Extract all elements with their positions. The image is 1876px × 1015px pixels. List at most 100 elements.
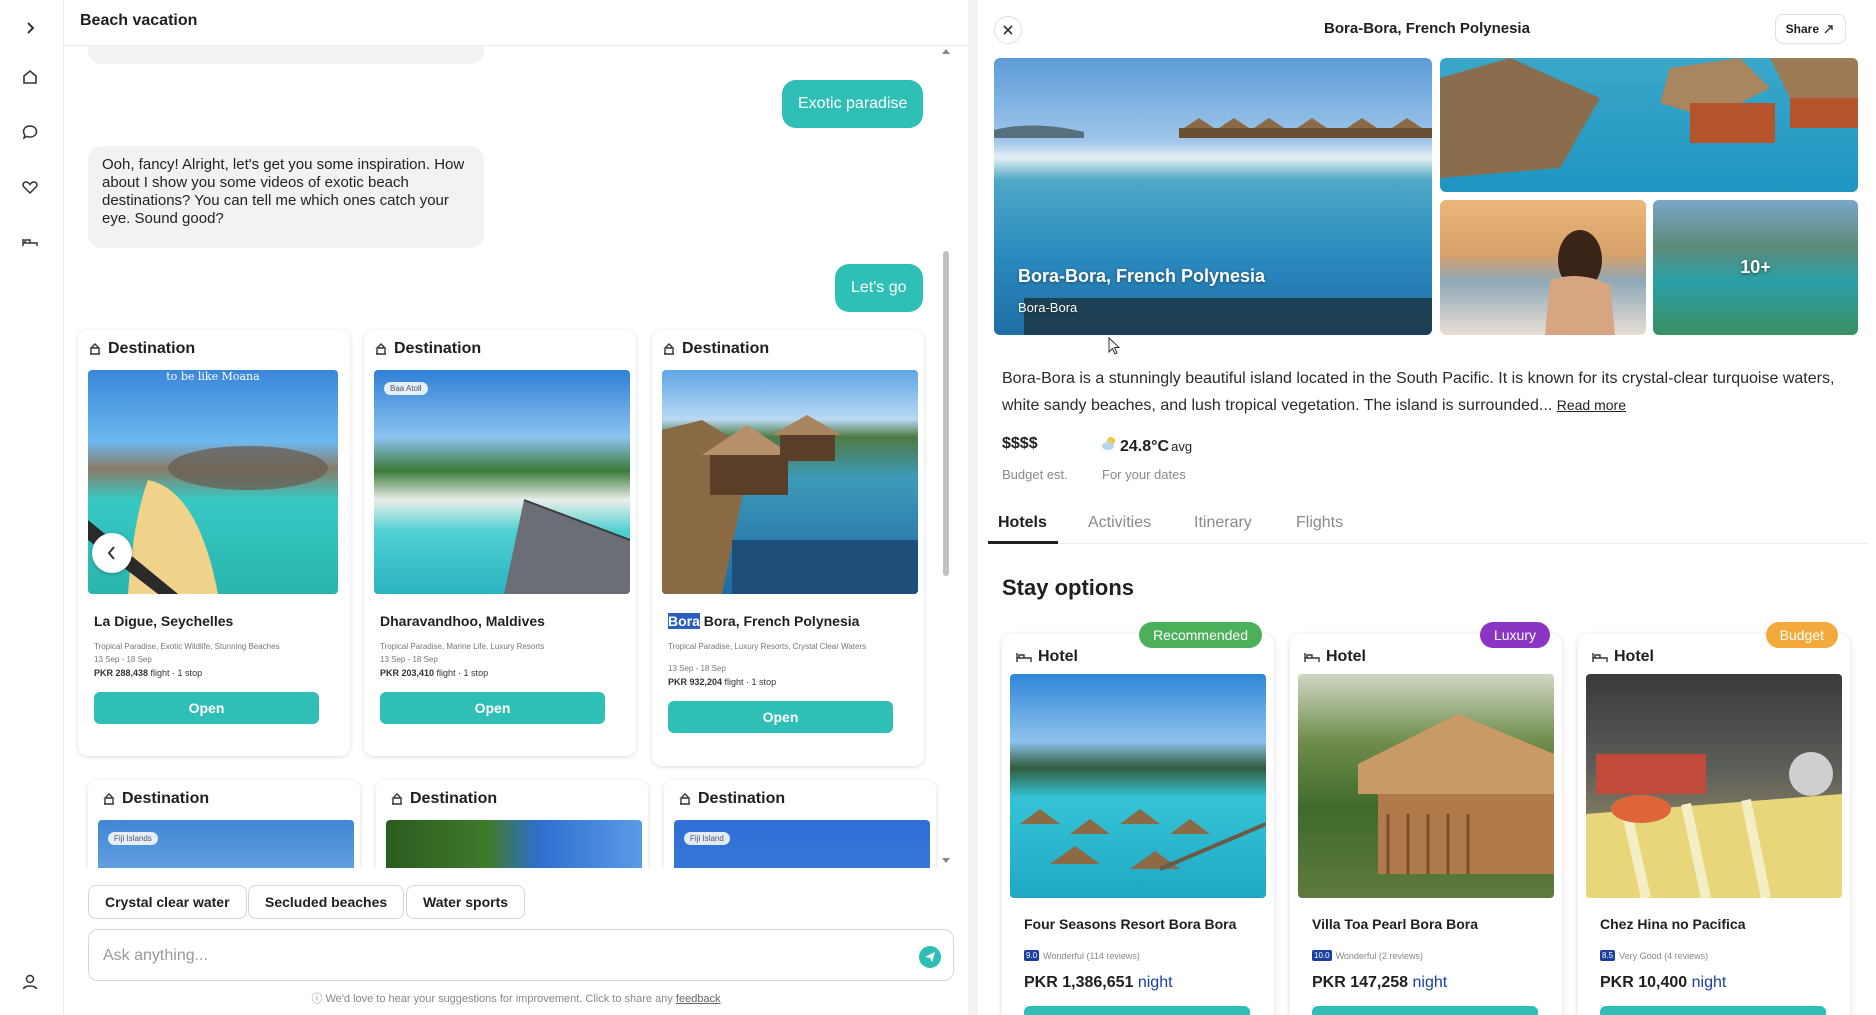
destination-name: La Digue, Seychelles — [94, 613, 234, 629]
destination-tags: Tropical Paradise, Luxury Resorts, Cryst… — [668, 642, 867, 651]
open-button[interactable]: Open — [380, 692, 605, 724]
destination-name: Bora Bora, French Polynesia — [668, 613, 860, 629]
hotel-open-button[interactable] — [1600, 1006, 1826, 1015]
user-icon[interactable] — [18, 970, 42, 994]
hero-title: Bora-Bora, French Polynesia — [1018, 266, 1266, 286]
destination-tags: Tropical Paradise, Exotic Wildlife, Stun… — [94, 642, 280, 651]
destination-card[interactable]: Destination Fiji Island — [664, 780, 936, 868]
chat-scroll-area[interactable]: Exotic paradise Ooh, fancy! Alright, let… — [64, 46, 944, 868]
gallery-photo[interactable] — [1440, 200, 1646, 335]
open-button[interactable]: Open — [94, 692, 319, 724]
ask-input[interactable] — [103, 944, 883, 968]
send-button[interactable] — [919, 946, 941, 968]
chat-scrollbar[interactable] — [940, 46, 952, 866]
destination-card[interactable]: Destination Fiji Island Baa Atoll Dharav… — [364, 330, 636, 756]
feedback-link[interactable]: feedback — [676, 993, 721, 1005]
tab-hotels[interactable]: Hotels — [998, 514, 1047, 532]
destination-image: Fiji Islands — [98, 820, 354, 868]
suggestion-chip[interactable]: Crystal clear water — [88, 885, 247, 919]
card-type-label: Destination — [88, 340, 195, 358]
hotel-rating: 10.0 Wonderful (2 reviews) — [1312, 950, 1423, 961]
destination-price: PKR 932,204 flight · 1 stop — [668, 677, 777, 687]
card-type-text: Destination — [108, 340, 196, 357]
share-button[interactable]: Share — [1774, 14, 1846, 44]
detail-title: Bora-Bora, French Polynesia — [1324, 20, 1530, 37]
card-type-text: Destination — [394, 340, 482, 357]
left-nav-rail — [0, 0, 64, 1015]
bed-icon — [1592, 653, 1608, 662]
carousel-prev-button[interactable] — [92, 533, 132, 573]
hotel-type-label: Hotel — [1016, 648, 1078, 666]
destination-dates: 13 Sep - 18 Sep — [380, 655, 438, 664]
destination-image — [386, 820, 642, 868]
open-button[interactable]: Open — [668, 701, 893, 733]
share-icon — [1824, 25, 1833, 34]
selected-text-highlight: Bora — [668, 613, 700, 629]
card-type-label: Destination — [102, 790, 209, 808]
card-type-text: Destination — [682, 340, 770, 357]
destination-tags: Tropical Paradise, Marine Life, Luxury R… — [380, 642, 545, 651]
more-photos-count: 10+ — [1740, 257, 1771, 277]
location-badge: Fiji Island — [684, 832, 730, 845]
hotel-name: Four Seasons Resort Bora Bora — [1024, 916, 1237, 932]
info-icon: ⓘ — [311, 993, 326, 1005]
destination-dates: 13 Sep - 18 Sep — [668, 664, 726, 673]
destination-card[interactable]: Destination Bora Bora, French Polynesia … — [652, 330, 924, 766]
chevron-right-icon[interactable] — [18, 16, 42, 40]
rating-score: 10.0 — [1312, 950, 1332, 961]
budget-estimate: $$$$ — [1002, 435, 1038, 452]
user-message: Exotic paradise — [782, 80, 924, 128]
luxury-badge: Luxury — [1479, 622, 1550, 648]
landmark-icon — [679, 793, 691, 805]
hotel-type-label: Hotel — [1592, 648, 1654, 666]
gallery-photo-more[interactable]: 10+ — [1653, 200, 1858, 335]
destination-card[interactable]: Destination Fiji Islands — [88, 780, 360, 868]
gallery-photo[interactable] — [1440, 58, 1858, 192]
hotel-card[interactable]: Luxury Hotel Villa Toa Pearl Bora Bora 1… — [1290, 622, 1562, 1015]
bed-icon[interactable] — [18, 230, 42, 254]
destination-price: PKR 203,410 flight · 1 stop — [380, 668, 489, 678]
tab-activities[interactable]: Activities — [1088, 514, 1151, 532]
suggestion-chip[interactable]: Secluded beaches — [248, 885, 405, 919]
chat-title: Beach vacation — [80, 12, 198, 29]
tab-itinerary[interactable]: Itinerary — [1194, 514, 1252, 532]
hotel-price: PKR 10,400 night — [1600, 974, 1727, 991]
cloud-sun-icon — [1102, 437, 1115, 450]
destination-dates: 13 Sep - 18 Sep — [94, 655, 152, 664]
card-type-label: Destination — [662, 340, 769, 358]
landmark-icon — [103, 793, 115, 805]
landmark-icon — [375, 343, 387, 355]
temperature-label: For your dates — [1102, 467, 1186, 482]
destination-name: Dharavandhoo, Maldives — [380, 613, 545, 629]
previous-ai-message — [88, 46, 484, 64]
read-more-link[interactable]: Read more — [1557, 397, 1626, 413]
hotel-open-button[interactable] — [1312, 1006, 1538, 1015]
landmark-icon — [663, 343, 675, 355]
home-icon[interactable] — [18, 65, 42, 89]
ai-message: Ooh, fancy! Alright, let's get you some … — [88, 146, 484, 248]
card-type-label: Destination — [678, 790, 785, 808]
hotel-open-button[interactable] — [1024, 1006, 1250, 1015]
landmark-icon — [391, 793, 403, 805]
suggestion-chip[interactable]: Water sports — [406, 885, 526, 919]
tab-flights[interactable]: Flights — [1296, 514, 1343, 532]
hero-subtitle: Bora-Bora — [1018, 300, 1078, 315]
rating-score: 9.0 — [1024, 950, 1040, 961]
chat-icon[interactable] — [18, 120, 42, 144]
heart-icon[interactable] — [18, 175, 42, 199]
card-type-text: Destination — [698, 790, 786, 807]
destination-image — [662, 370, 918, 594]
hotel-type-label: Hotel — [1304, 648, 1366, 666]
hotel-image — [1586, 674, 1842, 898]
location-badge: Baa Atoll — [384, 382, 428, 395]
destination-image-caption: to be like Moana — [166, 370, 260, 383]
destination-card[interactable]: Destination — [376, 780, 648, 868]
recommended-badge: Recommended — [1139, 622, 1262, 648]
card-type-text: Destination — [122, 790, 210, 807]
temperature: 24.8°C avg — [1100, 435, 1192, 456]
hotel-card[interactable]: Recommended Hotel Four Seasons Resort Bo… — [1002, 622, 1274, 1015]
hotel-card[interactable]: Budget Hotel Chez Hina no Pacifica 8.5 Ve… — [1578, 622, 1850, 1015]
destination-image: Fiji Island — [674, 820, 930, 868]
hotel-rating: 9.0 Wonderful (114 reviews) — [1024, 950, 1140, 961]
hero-photo[interactable]: Bora-Bora, French Polynesia Bora-Bora — [994, 58, 1432, 335]
